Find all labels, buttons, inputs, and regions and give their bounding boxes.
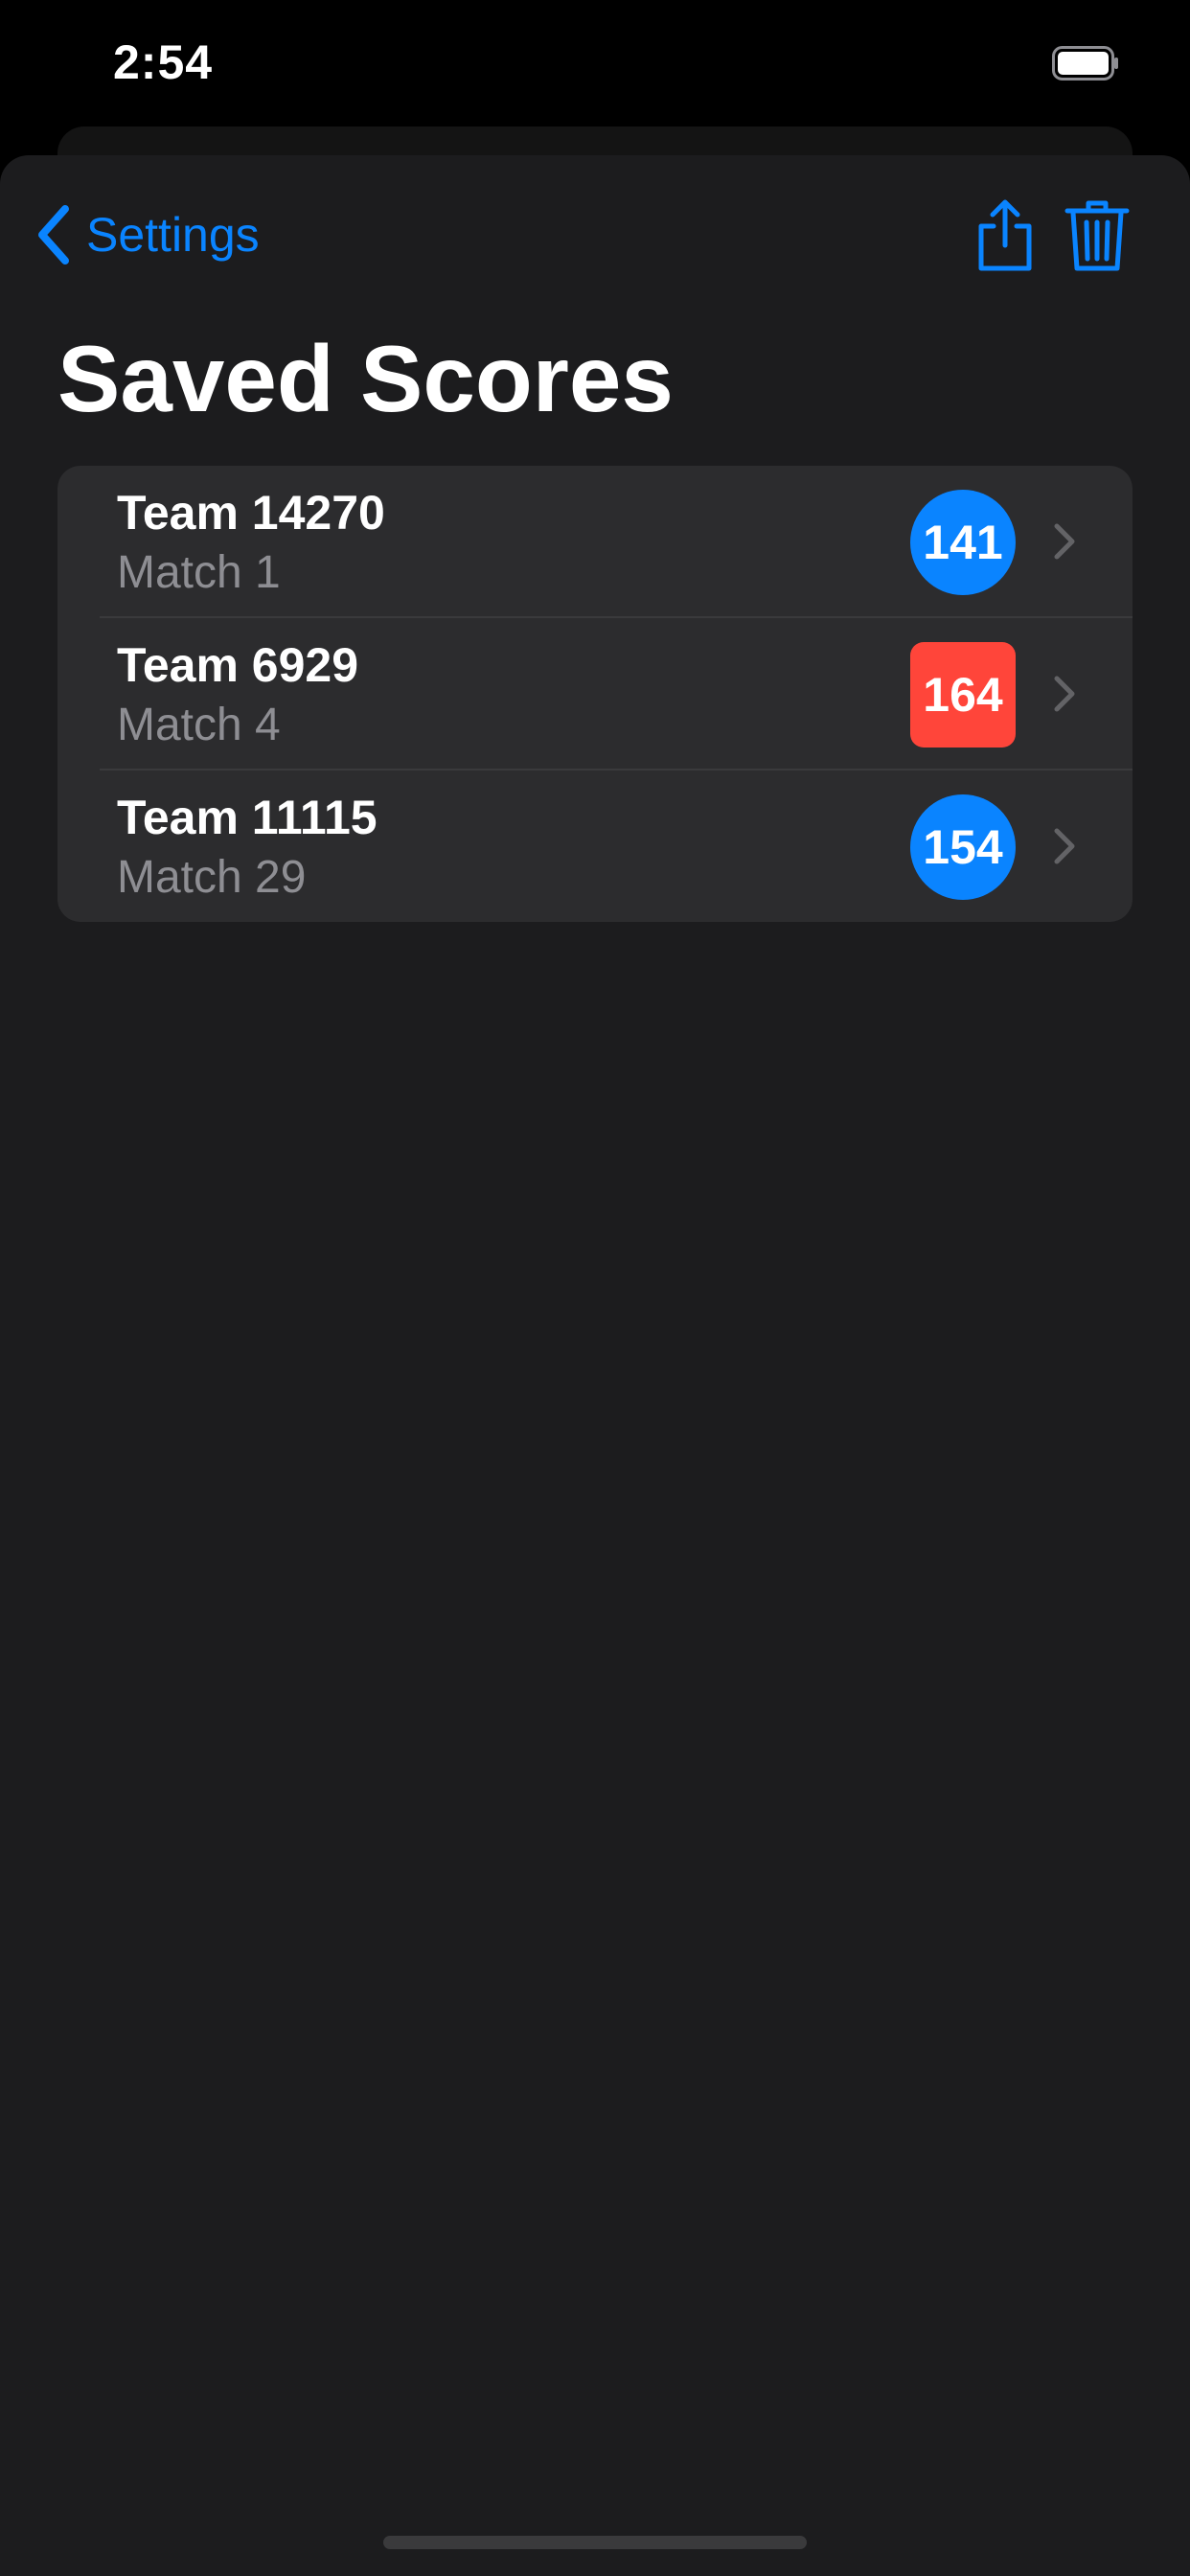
score-badge: 154: [910, 794, 1016, 900]
page-title: Saved Scores: [57, 326, 674, 431]
chevron-right-icon: [1054, 676, 1075, 712]
score-row[interactable]: Team 14270 Match 1 141: [57, 466, 1133, 618]
share-icon: [978, 199, 1032, 271]
score-badge: 164: [910, 642, 1016, 748]
status-time: 2:54: [113, 35, 214, 89]
back-button-label: Settings: [86, 208, 260, 262]
team-name: Team 11115: [117, 791, 378, 844]
match-label: Match 1: [117, 547, 281, 598]
saved-scores-list: Team 14270 Match 1 141 Team 6929 Match 4…: [57, 466, 1133, 922]
share-button[interactable]: [972, 197, 1039, 274]
chevron-right-icon: [1054, 828, 1075, 864]
trash-icon: [1064, 200, 1130, 271]
match-label: Match 29: [117, 852, 307, 903]
delete-button[interactable]: [1064, 197, 1131, 274]
team-name: Team 14270: [117, 486, 385, 540]
screen: 2:54 Settings Saved Scores Team 14270 Ma…: [0, 0, 1190, 2576]
team-name: Team 6929: [117, 638, 359, 692]
status-bar: 2:54: [0, 0, 1190, 125]
back-button[interactable]: Settings: [34, 201, 260, 268]
score-badge: 141: [910, 490, 1016, 595]
battery-full-icon: [1052, 46, 1118, 80]
chevron-left-icon: [38, 205, 69, 264]
score-row[interactable]: Team 6929 Match 4 164: [57, 618, 1133, 770]
chevron-right-icon: [1054, 523, 1075, 560]
home-indicator[interactable]: [383, 2536, 807, 2549]
match-label: Match 4: [117, 700, 281, 750]
score-row[interactable]: Team 11115 Match 29 154: [57, 770, 1133, 922]
